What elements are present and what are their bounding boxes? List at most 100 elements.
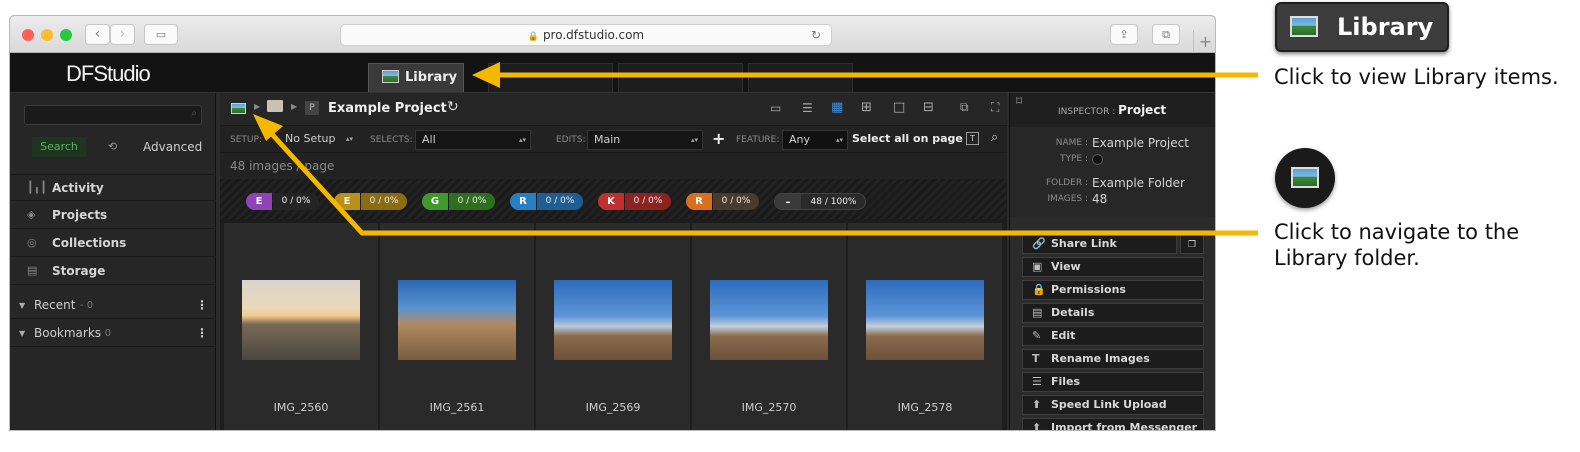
bookmarks-count: - 0	[98, 328, 112, 339]
lock-icon: 🔒	[1032, 283, 1046, 296]
list-view-icon[interactable]: ☰	[802, 101, 813, 115]
files-button[interactable]: ☰ Files	[1022, 372, 1204, 392]
image-tile[interactable]: IMG_2560	[224, 223, 378, 430]
sidebar-item-label: Projects	[52, 208, 108, 222]
tab-4[interactable]	[748, 63, 853, 92]
search-input[interactable]: ⌕	[24, 105, 202, 125]
slideshow-view-icon[interactable]: ▭	[770, 101, 781, 115]
dfstudio-logo[interactable]: DFStudio	[66, 61, 151, 87]
image-thumbnail	[710, 280, 828, 360]
filter-badge-unrated[interactable]: – 48 / 100%	[774, 193, 866, 210]
copy-link-button[interactable]: ❐	[1180, 234, 1204, 254]
text-toggle-button[interactable]: T	[966, 132, 979, 145]
selects-select[interactable]: All	[415, 130, 531, 150]
sidebar-item-projects[interactable]: ◈ Projects	[10, 202, 216, 229]
caret-down-icon: ▼	[19, 329, 26, 338]
advanced-search-link[interactable]: Advanced	[143, 140, 202, 154]
collections-icon: ◎	[27, 236, 37, 249]
filter-badge[interactable]: K 0 / 0%	[598, 193, 671, 210]
upload-icon: ⬆	[1032, 398, 1042, 411]
duplicate-icon[interactable]: ⧉	[960, 100, 969, 115]
image-tile[interactable]: IMG_2569	[536, 223, 690, 430]
field-key: FOLDER :	[1045, 178, 1088, 188]
callout-label: Library	[1337, 13, 1434, 41]
image-name: IMG_2561	[429, 401, 485, 414]
badge-value: 0 / 0%	[537, 193, 583, 210]
library-folder-icon[interactable]	[231, 103, 246, 114]
permissions-button[interactable]: 🔒 Permissions	[1022, 280, 1204, 300]
more-vertical-icon[interactable]: ⋮	[196, 292, 208, 319]
filter-badge[interactable]: R 0 / 0%	[686, 193, 759, 210]
image-thumbnail	[398, 280, 516, 360]
folder-icon[interactable]	[267, 100, 283, 112]
action-label: Rename Images	[1051, 352, 1150, 365]
filter-badge[interactable]: E 0 / 0%	[334, 193, 407, 210]
reload-icon[interactable]: ↻	[811, 25, 821, 45]
new-tab-button[interactable]: +	[1193, 30, 1215, 53]
image-tile[interactable]: IMG_2561	[380, 223, 534, 430]
image-tile[interactable]: IMG_2578	[848, 223, 1002, 430]
view-button[interactable]: ▣ View	[1022, 257, 1204, 277]
bookmarks-label: Bookmarks	[34, 326, 102, 340]
sidebar-item-activity[interactable]: ┃╻┃ Activity	[10, 174, 216, 201]
bookmark-icon[interactable]: ⌑	[1016, 84, 1022, 118]
filter-badge[interactable]: R 0 / 0%	[510, 193, 583, 210]
select-all-link[interactable]: Select all on page	[852, 132, 963, 145]
search-icon[interactable]: ⌕	[991, 130, 998, 145]
minimize-window-button[interactable]	[41, 29, 53, 41]
bookmarks-section[interactable]: ▼ Bookmarks - 0 ⋮	[10, 320, 216, 347]
import-from-messenger-button[interactable]: ⬆ Import from Messenger	[1022, 418, 1204, 430]
grid-view-icon[interactable]: ▦	[831, 100, 843, 115]
refresh-icon[interactable]: ↻	[447, 99, 459, 115]
copy-icon: ❐	[1187, 240, 1197, 250]
setup-label: SETUP:	[230, 135, 262, 145]
share-button[interactable]: ⇪	[1110, 24, 1138, 45]
badge-letter: G	[422, 193, 448, 210]
recent-label: Recent	[34, 298, 76, 312]
single-view-icon[interactable]: □	[893, 100, 905, 115]
plus-icon: +	[1198, 32, 1213, 51]
share-link-button[interactable]: 🔗 Share Link	[1022, 234, 1177, 254]
sidebar-item-storage[interactable]: ▤ Storage	[10, 258, 216, 285]
image-tile[interactable]: IMG_2570	[692, 223, 846, 430]
search-icon: ⌕	[191, 108, 197, 119]
close-window-button[interactable]	[22, 29, 34, 41]
image-thumbnail	[554, 280, 672, 360]
feature-select[interactable]: Any	[782, 130, 848, 150]
browser-window: ‹ › ▭ 🔒 pro.dfstudio.com ↻ ⇪ ⧉ + DFStudi…	[9, 15, 1216, 431]
back-button[interactable]: ‹	[85, 24, 110, 45]
image-grid: IMG_2560 IMG_2561 IMG_2569 IMG_2570 IMG_…	[220, 219, 1007, 430]
details-button[interactable]: ▤ Details	[1022, 303, 1204, 323]
filter-badge[interactable]: G 0 / 0%	[422, 193, 495, 210]
tab-3[interactable]	[618, 63, 743, 92]
rename-images-button[interactable]: T Rename Images	[1022, 349, 1204, 369]
filter-badge[interactable]: E 0 / 0%	[246, 193, 319, 210]
edits-select-value: Main	[594, 133, 621, 146]
edits-select[interactable]: Main	[587, 130, 703, 150]
action-label: Permissions	[1051, 283, 1126, 296]
tab-2[interactable]	[488, 63, 613, 92]
speed-link-upload-button[interactable]: ⬆ Speed Link Upload	[1022, 395, 1204, 415]
edit-button[interactable]: ✎ Edit	[1022, 326, 1204, 346]
more-vertical-icon[interactable]: ⋮	[196, 320, 208, 347]
share-icon: ⇪	[1119, 28, 1129, 41]
selects-label: SELECTS:	[370, 135, 413, 145]
history-icon[interactable]: ⟲	[108, 140, 117, 153]
address-bar[interactable]: 🔒 pro.dfstudio.com ↻	[340, 24, 832, 46]
search-button[interactable]: Search	[32, 137, 86, 157]
sidebar-item-collections[interactable]: ◎ Collections	[10, 230, 216, 257]
chevron-right-icon: ▶	[254, 102, 261, 111]
sidebar-toggle-button[interactable]: ▭	[144, 24, 178, 45]
tabs-overview-button[interactable]: ⧉	[1152, 24, 1180, 45]
fullscreen-icon[interactable]: ⛶	[991, 100, 999, 115]
compare-view-icon[interactable]: ⊟	[923, 100, 934, 115]
field-value: Example Folder	[1092, 176, 1185, 190]
forward-button[interactable]: ›	[110, 24, 135, 45]
inspector-header: ⌑ INSPECTOR : Project	[1010, 93, 1215, 127]
recent-section[interactable]: ▼ Recent - 0 ⋮	[10, 292, 216, 319]
large-grid-view-icon[interactable]: ⊞	[861, 100, 872, 115]
tab-library[interactable]: Library	[368, 63, 464, 92]
maximize-window-button[interactable]	[60, 29, 72, 41]
setup-select[interactable]: No Setup	[279, 130, 357, 150]
add-edit-button[interactable]: +	[712, 129, 725, 148]
